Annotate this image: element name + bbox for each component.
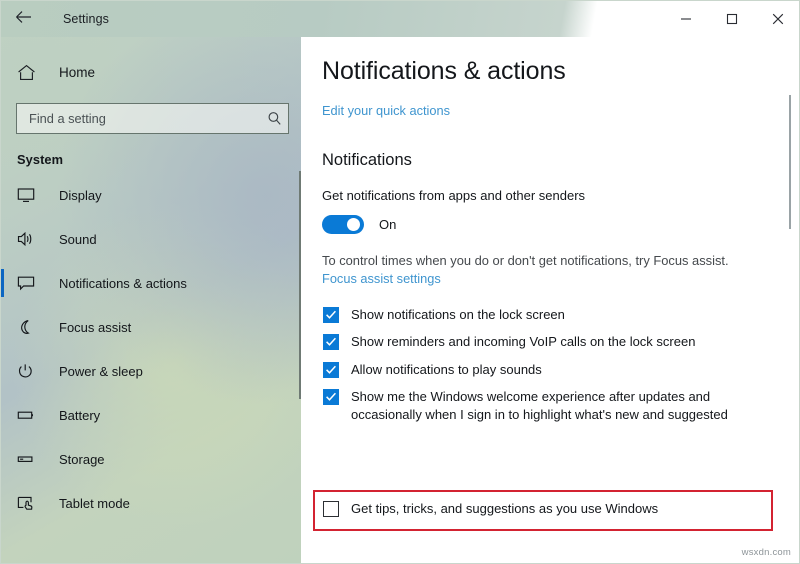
close-button[interactable] bbox=[755, 2, 799, 36]
back-button[interactable] bbox=[1, 2, 45, 36]
sidebar-item-focus-assist[interactable]: Focus assist bbox=[1, 309, 301, 345]
storage-icon bbox=[17, 451, 43, 467]
sidebar-item-sound[interactable]: Sound bbox=[1, 221, 301, 257]
minimize-button[interactable] bbox=[663, 2, 709, 36]
toggle-state-text: On bbox=[379, 217, 397, 232]
battery-icon bbox=[17, 407, 43, 423]
sidebar-item-label: Storage bbox=[59, 451, 105, 467]
notifications-toggle-row: On bbox=[322, 215, 799, 234]
sidebar-scrollbar-thumb[interactable] bbox=[299, 171, 301, 399]
power-icon bbox=[17, 363, 43, 379]
search-input[interactable] bbox=[29, 111, 260, 126]
sidebar-section-title: System bbox=[17, 152, 64, 167]
search-box[interactable] bbox=[16, 103, 289, 134]
sidebar-item-notifications-actions[interactable]: Notifications & actions bbox=[1, 265, 301, 301]
checkbox-label: Show me the Windows welcome experience a… bbox=[351, 389, 728, 422]
sidebar-item-label: Sound bbox=[59, 231, 97, 247]
checkbox-row-voip-reminders[interactable]: Show reminders and incoming VoIP calls o… bbox=[323, 333, 799, 351]
notifications-toggle[interactable] bbox=[322, 215, 364, 234]
checkbox-label: Get tips, tricks, and suggestions as you… bbox=[351, 501, 659, 516]
toggle-knob bbox=[347, 218, 360, 231]
window-title: Settings bbox=[63, 12, 109, 26]
maximize-icon bbox=[726, 13, 738, 25]
home-icon bbox=[17, 64, 43, 81]
sidebar-item-label: Tablet mode bbox=[59, 495, 130, 511]
monitor-icon bbox=[17, 187, 43, 203]
checkbox-label: Show reminders and incoming VoIP calls o… bbox=[351, 334, 696, 349]
notifications-toggle-label: Get notifications from apps and other se… bbox=[322, 188, 586, 203]
checkbox-row-tips-tricks[interactable]: Get tips, tricks, and suggestions as you… bbox=[323, 500, 658, 518]
checkbox-label: Show notifications on the lock screen bbox=[351, 306, 565, 322]
search-icon[interactable] bbox=[260, 111, 288, 126]
sidebar-item-home[interactable]: Home bbox=[1, 55, 301, 89]
edit-quick-actions-link[interactable]: Edit your quick actions bbox=[322, 103, 450, 118]
sidebar-item-power-sleep[interactable]: Power & sleep bbox=[1, 353, 301, 389]
sidebar-item-display[interactable]: Display bbox=[1, 177, 301, 213]
tablet-icon bbox=[17, 495, 43, 511]
checkbox-checked-icon[interactable] bbox=[323, 361, 339, 378]
checkbox-checked-icon[interactable] bbox=[323, 389, 339, 405]
main-content: Notifications & actions Edit your quick … bbox=[301, 37, 799, 563]
settings-window: Settings Home Find a setting System Disp… bbox=[0, 0, 800, 564]
checkbox-row-lock-screen[interactable]: Show notifications on the lock screen bbox=[323, 306, 799, 324]
page-title: Notifications & actions bbox=[322, 57, 566, 85]
minimize-icon bbox=[680, 13, 692, 25]
notifications-group-heading: Notifications bbox=[322, 151, 412, 169]
sidebar-item-label: Notifications & actions bbox=[59, 275, 187, 291]
title-bar: Settings bbox=[1, 1, 799, 37]
sidebar-item-label: Power & sleep bbox=[59, 363, 143, 379]
sidebar-item-label: Focus assist bbox=[59, 319, 132, 335]
sidebar-item-label: Display bbox=[59, 187, 102, 203]
sidebar-item-tablet-mode[interactable]: Tablet mode bbox=[1, 485, 301, 521]
sidebar-item-storage[interactable]: Storage bbox=[1, 441, 301, 477]
speaker-icon bbox=[17, 231, 43, 247]
sidebar: Home System Display bbox=[1, 37, 301, 563]
main-scrollbar-thumb[interactable] bbox=[789, 95, 791, 229]
notification-options-list: Show notifications on the lock screen Sh… bbox=[301, 306, 799, 424]
checkbox-checked-icon[interactable] bbox=[323, 334, 339, 350]
watermark: wsxdn.com bbox=[741, 547, 791, 558]
sidebar-item-battery[interactable]: Battery bbox=[1, 397, 301, 433]
back-arrow-icon bbox=[15, 10, 32, 29]
sidebar-nav-list: Display Sound Notifications & actions Fo… bbox=[1, 177, 301, 521]
checkbox-unchecked-icon[interactable] bbox=[323, 501, 339, 518]
close-icon bbox=[772, 13, 784, 25]
checkbox-label: Allow notifications to play sounds bbox=[351, 361, 542, 377]
maximize-button[interactable] bbox=[709, 2, 755, 36]
selection-indicator bbox=[1, 269, 4, 297]
sidebar-item-label: Battery bbox=[59, 407, 101, 423]
notification-icon bbox=[17, 275, 43, 291]
focus-assist-settings-link[interactable]: Focus assist settings bbox=[322, 271, 441, 286]
checkbox-row-welcome-experience[interactable]: Show me the Windows welcome experience a… bbox=[323, 388, 799, 423]
moon-icon bbox=[17, 319, 43, 335]
checkbox-row-play-sounds[interactable]: Allow notifications to play sounds bbox=[323, 361, 799, 379]
focus-assist-description: To control times when you do or don't ge… bbox=[322, 253, 729, 268]
sidebar-home-label: Home bbox=[59, 64, 96, 80]
checkbox-checked-icon[interactable] bbox=[323, 306, 339, 323]
